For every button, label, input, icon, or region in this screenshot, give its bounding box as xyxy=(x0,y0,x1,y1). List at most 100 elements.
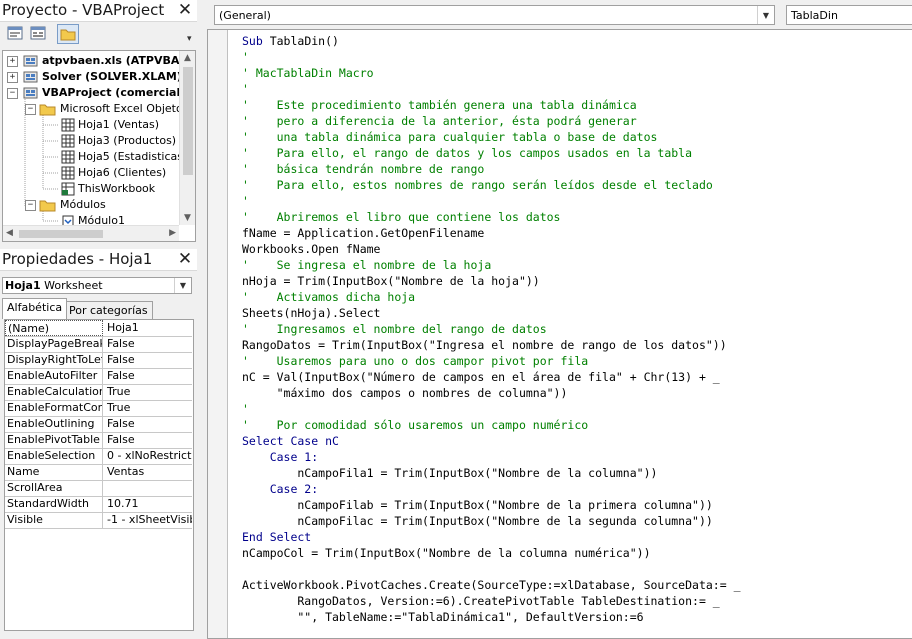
code-line[interactable]: Case 2: xyxy=(242,481,741,497)
property-row[interactable]: EnableFormatConditiTrue xyxy=(5,400,192,417)
scroll-thumb[interactable] xyxy=(19,230,103,238)
property-row[interactable]: DisplayRightToLeft False xyxy=(5,352,192,369)
code-line[interactable]: ' Para ello, el rango de datos y los cam… xyxy=(242,145,741,161)
property-value[interactable] xyxy=(104,480,192,496)
code-line[interactable]: ' Abriremos el libro que contiene los da… xyxy=(242,209,741,225)
code-line[interactable]: ' Se ingresa el nombre de la hoja xyxy=(242,257,741,273)
code-line[interactable]: ' xyxy=(242,193,741,209)
code-line[interactable]: ' Este procedimiento también genera una … xyxy=(242,97,741,113)
scroll-up-icon[interactable]: ▲ xyxy=(180,53,195,63)
code-line[interactable]: RangoDatos = Trim(InputBox("Ingresa el n… xyxy=(242,337,741,353)
code-line[interactable]: "", TableName:="TablaDinámica1", Default… xyxy=(242,609,741,625)
tree-expander[interactable]: + xyxy=(7,56,18,67)
code-margin[interactable] xyxy=(208,30,228,638)
property-name: EnableFormatConditi xyxy=(5,400,103,416)
properties-grid[interactable]: (Name) Hoja1 DisplayPageBreaks False Display… xyxy=(4,319,194,631)
property-row[interactable]: Visible-1 - xlSheetVisible xyxy=(5,512,192,529)
property-row[interactable]: StandardWidth 10.71 xyxy=(5,496,192,513)
code-text[interactable]: Sub TablaDin() ' ' MacTablaDin Macro ' ' Est… xyxy=(242,33,741,625)
tree-node-thisworkbook[interactable]: ThisWorkbook xyxy=(61,181,155,197)
procedure-combo[interactable]: TablaDin xyxy=(786,5,912,25)
code-line[interactable]: ' xyxy=(242,401,741,417)
tree-expander[interactable]: + xyxy=(7,72,18,83)
code-line[interactable]: ' Activamos dicha hoja xyxy=(242,289,741,305)
property-row[interactable]: EnableCalculation True xyxy=(5,384,192,401)
code-line[interactable]: nCampoFila1 = Trim(InputBox("Nombre de l… xyxy=(242,465,741,481)
property-row[interactable]: EnableOutlining False xyxy=(5,416,192,433)
code-line[interactable]: Case 1: xyxy=(242,449,741,465)
property-row[interactable]: Name Ventas xyxy=(5,464,192,481)
code-line[interactable]: "máximo dos campos o nombres de columna"… xyxy=(242,385,741,401)
code-line[interactable]: ' Ingresamos el nombre del rango de dato… xyxy=(242,321,741,337)
property-value[interactable]: Hoja1 xyxy=(104,320,192,336)
property-value[interactable]: True xyxy=(104,400,192,416)
code-line[interactable]: nCampoFilab = Trim(InputBox("Nombre de l… xyxy=(242,497,741,513)
property-row[interactable]: ScrollArea xyxy=(5,480,192,497)
tree-node-hoja3[interactable]: Hoja3 (Productos) xyxy=(61,133,176,149)
code-line[interactable]: ActiveWorkbook.PivotCaches.Create(Source… xyxy=(242,577,741,593)
property-value[interactable]: 10.71 xyxy=(104,496,192,512)
code-line[interactable]: fName = Application.GetOpenFilename xyxy=(242,225,741,241)
code-line[interactable]: RangoDatos, Version:=6).CreatePivotTable… xyxy=(242,593,741,609)
code-line[interactable]: Sheets(nHoja).Select xyxy=(242,305,741,321)
property-value[interactable]: 0 - xlNoRestriction xyxy=(104,448,192,464)
tree-expander[interactable]: − xyxy=(7,88,18,99)
view-code-button[interactable] xyxy=(6,25,26,43)
property-value[interactable]: True xyxy=(104,384,192,400)
properties-pane-close-button[interactable]: ✕ xyxy=(176,250,194,268)
code-line[interactable]: ' Usaremos para uno o dos campor pivot p… xyxy=(242,353,741,369)
tree-node-hoja5[interactable]: Hoja5 (Estadisticas) xyxy=(61,149,187,165)
chevron-down-icon[interactable]: ▼ xyxy=(174,278,191,293)
tree-expander[interactable]: − xyxy=(25,104,36,115)
code-line[interactable]: ' xyxy=(242,81,741,97)
code-line[interactable]: ' pero a diferencia de la anterior, ésta… xyxy=(242,113,741,129)
object-combo[interactable]: (General) ▼ xyxy=(214,5,775,25)
property-value[interactable]: Ventas xyxy=(104,464,192,480)
property-value[interactable]: False xyxy=(104,416,192,432)
tab-alfabetica[interactable]: Alfabética xyxy=(2,298,68,319)
property-row[interactable]: EnableAutoFilter False xyxy=(5,368,192,385)
code-line[interactable]: ' MacTablaDin Macro xyxy=(242,65,741,81)
property-value[interactable]: False xyxy=(104,336,192,352)
object-selector[interactable]: Hoja1 Worksheet ▼ xyxy=(2,277,192,294)
property-value[interactable]: False xyxy=(104,352,192,368)
toggle-folders-button[interactable] xyxy=(57,24,79,44)
project-tree-hscrollbar[interactable]: ◀ ▶ xyxy=(3,225,179,241)
scroll-down-icon[interactable]: ▼ xyxy=(180,213,195,223)
code-line[interactable]: ' una tabla dinámica para cualquier tabl… xyxy=(242,129,741,145)
toolbar-overflow-icon[interactable]: ▾ xyxy=(187,34,192,44)
code-line[interactable] xyxy=(242,561,741,577)
code-line[interactable]: nC = Val(InputBox("Número de campos en e… xyxy=(242,369,741,385)
tab-por-categorias[interactable]: Por categorías xyxy=(64,301,153,320)
code-line[interactable]: Select Case nC xyxy=(242,433,741,449)
code-line[interactable]: nCampoFilac = Trim(InputBox("Nombre de l… xyxy=(242,513,741,529)
property-row[interactable]: (Name) Hoja1 xyxy=(5,320,192,337)
code-line[interactable]: Workbooks.Open fName xyxy=(242,241,741,257)
project-tree[interactable]: + atpvbaen.xls (ATPVBAEN + Solver (SOLVE… xyxy=(2,50,196,242)
code-line[interactable]: ' Por comodidad sólo usaremos un campo n… xyxy=(242,417,741,433)
scroll-thumb[interactable] xyxy=(183,67,193,175)
tree-node-hoja1[interactable]: Hoja1 (Ventas) xyxy=(61,117,159,133)
code-line[interactable]: ' básica tendrán nombre de rango xyxy=(242,161,741,177)
scroll-left-icon[interactable]: ◀ xyxy=(6,228,13,238)
code-line[interactable]: ' Para ello, estos nombres de rango será… xyxy=(242,177,741,193)
scroll-right-icon[interactable]: ▶ xyxy=(169,228,176,238)
property-value[interactable]: False xyxy=(104,432,192,448)
tree-expander[interactable]: − xyxy=(25,200,36,211)
code-line[interactable]: Sub TablaDin() xyxy=(242,33,741,49)
code-line[interactable]: ' xyxy=(242,49,741,65)
property-value[interactable]: False xyxy=(104,368,192,384)
property-row[interactable]: EnablePivotTable False xyxy=(5,432,192,449)
code-line[interactable]: End Select xyxy=(242,529,741,545)
tree-node-hoja6[interactable]: Hoja6 (Clientes) xyxy=(61,165,166,181)
code-line[interactable]: nHoja = Trim(InputBox("Nombre de la hoja… xyxy=(242,273,741,289)
code-editor[interactable]: Sub TablaDin() ' ' MacTablaDin Macro ' ' Est… xyxy=(207,29,912,639)
property-row[interactable]: DisplayPageBreaks False xyxy=(5,336,192,353)
project-tree-vscrollbar[interactable]: ▲ ▼ xyxy=(179,51,195,225)
code-line[interactable]: nCampoCol = Trim(InputBox("Nombre de la … xyxy=(242,545,741,561)
property-value[interactable]: -1 - xlSheetVisible xyxy=(104,512,192,528)
view-object-button[interactable] xyxy=(29,25,49,43)
project-pane-close-button[interactable]: ✕ xyxy=(176,1,194,19)
property-row[interactable]: EnableSelection0 - xlNoRestriction xyxy=(5,448,192,465)
chevron-down-icon[interactable]: ▼ xyxy=(757,6,774,24)
